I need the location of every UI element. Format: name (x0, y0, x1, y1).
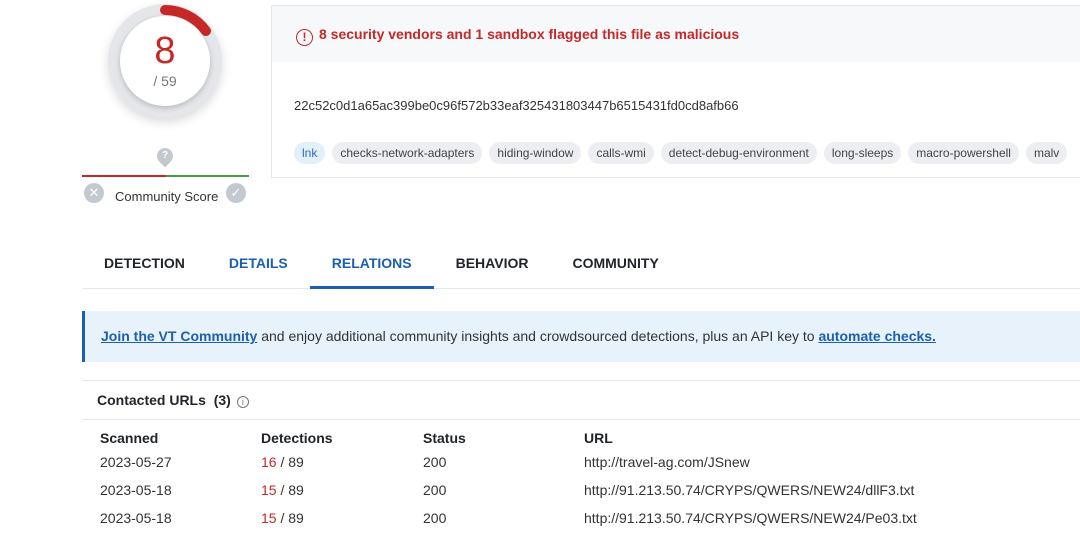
file-summary-card: ! 8 security vendors and 1 sandbox flagge… (271, 5, 1080, 178)
info-icon[interactable]: i (236, 396, 249, 408)
tag[interactable]: checks-network-adapters (332, 142, 483, 164)
tag[interactable]: macro-powershell (908, 142, 1019, 164)
col-scanned: Scanned (100, 430, 159, 446)
detection-count: 8 (154, 30, 176, 72)
tab-bar: DETECTION DETAILS RELATIONS BEHAVIOR COM… (82, 244, 1080, 289)
tag[interactable]: long-sleeps (823, 142, 902, 164)
col-detections: Detections (261, 430, 333, 446)
join-community-link[interactable]: Join the VT Community (101, 328, 257, 344)
col-url: URL (584, 430, 613, 446)
tab-relations[interactable]: RELATIONS (309, 244, 434, 289)
tab-behavior[interactable]: BEHAVIOR (434, 244, 551, 289)
table-row[interactable]: 2023-05-18 15 / 89 200 http://91.213.50.… (100, 504, 984, 532)
tab-community[interactable]: COMMUNITY (550, 244, 680, 289)
url-link[interactable]: http://91.213.50.74/CRYPS/QWERS/NEW24/dl… (584, 476, 984, 504)
tab-detection[interactable]: DETECTION (82, 244, 207, 289)
table-header-row: Scanned Detections Status URL (100, 428, 984, 448)
detection-total: / 59 (153, 73, 177, 89)
community-score-label: Community Score (115, 189, 219, 204)
community-score-bar-harmless (166, 175, 249, 177)
col-status: Status (423, 430, 466, 446)
tag-list: lnk checks-network-adapters hiding-windo… (294, 142, 1068, 164)
tag[interactable]: lnk (294, 142, 326, 164)
table-row[interactable]: 2023-05-18 15 / 89 200 http://91.213.50.… (100, 476, 984, 504)
automate-checks-link[interactable]: automate checks. (818, 328, 936, 344)
tag[interactable]: calls-wmi (588, 142, 654, 164)
vote-malicious-icon[interactable]: ✕ (84, 183, 104, 203)
table-row[interactable]: 2023-05-27 16 / 89 200 http://travel-ag.… (100, 448, 984, 476)
tag[interactable]: detect-debug-environment (660, 142, 817, 164)
tag[interactable]: hiding-window (489, 142, 582, 164)
community-banner: Join the VT Community and enjoy addition… (82, 311, 1080, 362)
community-score-marker-icon: ? (153, 144, 177, 168)
tag[interactable]: malv (1025, 142, 1068, 164)
file-hash: 22c52c0d1a65ac399be0c96f572b33eaf3254318… (294, 98, 739, 113)
section-title: Contacted URLs (97, 392, 206, 408)
contacted-urls-table: Scanned Detections Status URL 2023-05-27… (100, 428, 984, 532)
detection-gauge: 8 / 59 (108, 4, 222, 118)
url-link[interactable]: http://91.213.50.74/CRYPS/QWERS/NEW24/Pe… (584, 504, 984, 532)
alert-icon: ! (296, 29, 313, 46)
malicious-alert: ! 8 security vendors and 1 sandbox flagge… (272, 6, 1080, 62)
vote-harmless-icon[interactable]: ✓ (226, 183, 246, 203)
tab-details[interactable]: DETAILS (207, 244, 310, 289)
community-score-bar-malicious (82, 175, 166, 177)
url-link[interactable]: http://travel-ag.com/JSnew (584, 448, 984, 476)
section-header: Contacted URLs (3) i (82, 380, 1080, 420)
section-count: (3) (213, 392, 231, 408)
